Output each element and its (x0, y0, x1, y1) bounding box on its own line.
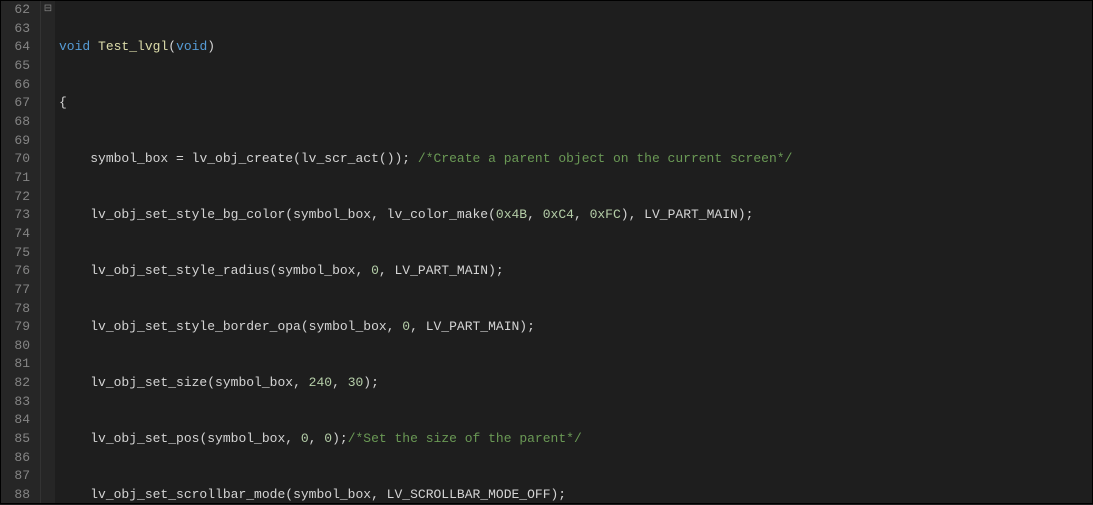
line-number: 68 (1, 113, 30, 132)
line-number: 82 (1, 374, 30, 393)
code-line[interactable]: lv_obj_set_style_radius(symbol_box, 0, L… (55, 262, 1092, 281)
fold-marker (41, 94, 55, 113)
line-number: 76 (1, 262, 30, 281)
comment: /*Create a parent object on the current … (418, 151, 792, 166)
fold-marker (41, 430, 55, 449)
line-number: 64 (1, 38, 30, 57)
line-number: 67 (1, 94, 30, 113)
fold-marker (41, 206, 55, 225)
line-number: 62 (1, 1, 30, 20)
fold-marker (41, 449, 55, 468)
fold-marker (41, 20, 55, 39)
code-line[interactable]: lv_obj_set_scrollbar_mode(symbol_box, LV… (55, 486, 1092, 503)
fold-marker (41, 188, 55, 207)
line-number-gutter: 6263646566676869707172737475767778798081… (1, 1, 41, 503)
line-number: 87 (1, 467, 30, 486)
fold-marker (41, 337, 55, 356)
fold-marker (41, 318, 55, 337)
fold-marker (41, 169, 55, 188)
code-line[interactable]: lv_obj_set_style_border_opa(symbol_box, … (55, 318, 1092, 337)
brace: { (59, 95, 67, 110)
code-line[interactable]: lv_obj_set_style_bg_color(symbol_box, lv… (55, 206, 1092, 225)
line-number: 72 (1, 188, 30, 207)
code-line[interactable]: void Test_lvgl(void) (55, 38, 1092, 57)
code-area[interactable]: void Test_lvgl(void) { symbol_box = lv_o… (55, 1, 1092, 503)
fold-marker (41, 411, 55, 430)
fold-marker (41, 225, 55, 244)
line-number: 88 (1, 486, 30, 505)
fold-marker[interactable]: ⊟ (41, 1, 55, 20)
line-number: 63 (1, 20, 30, 39)
line-number: 74 (1, 225, 30, 244)
fold-marker (41, 486, 55, 505)
fold-marker (41, 57, 55, 76)
fold-marker (41, 244, 55, 263)
line-number: 80 (1, 337, 30, 356)
fold-marker (41, 374, 55, 393)
line-number: 69 (1, 132, 30, 151)
fold-marker (41, 355, 55, 374)
code-line[interactable]: lv_obj_set_size(symbol_box, 240, 30); (55, 374, 1092, 393)
line-number: 73 (1, 206, 30, 225)
fold-marker (41, 113, 55, 132)
identifier: symbol_box (90, 151, 168, 166)
line-number: 79 (1, 318, 30, 337)
line-number: 77 (1, 281, 30, 300)
fold-marker (41, 76, 55, 95)
code-line[interactable]: symbol_box = lv_obj_create(lv_scr_act())… (55, 150, 1092, 169)
fold-marker (41, 38, 55, 57)
code-line[interactable]: { (55, 94, 1092, 113)
line-number: 71 (1, 169, 30, 188)
fold-marker (41, 132, 55, 151)
line-number: 70 (1, 150, 30, 169)
function-name: Test_lvgl (98, 39, 168, 54)
code-line[interactable]: lv_obj_set_pos(symbol_box, 0, 0);/*Set t… (55, 430, 1092, 449)
line-number: 81 (1, 355, 30, 374)
line-number: 84 (1, 411, 30, 430)
keyword: void (176, 39, 207, 54)
keyword: void (59, 39, 90, 54)
fold-marker (41, 393, 55, 412)
fold-column[interactable]: ⊟ (41, 1, 55, 503)
line-number: 65 (1, 57, 30, 76)
fold-marker (41, 281, 55, 300)
code-editor[interactable]: 6263646566676869707172737475767778798081… (0, 0, 1093, 504)
fold-marker (41, 467, 55, 486)
fold-marker (41, 262, 55, 281)
line-number: 85 (1, 430, 30, 449)
line-number: 83 (1, 393, 30, 412)
line-number: 86 (1, 449, 30, 468)
line-number: 75 (1, 244, 30, 263)
fold-marker (41, 300, 55, 319)
fold-marker (41, 150, 55, 169)
line-number: 66 (1, 76, 30, 95)
line-number: 78 (1, 300, 30, 319)
comment: /*Set the size of the parent*/ (348, 431, 582, 446)
